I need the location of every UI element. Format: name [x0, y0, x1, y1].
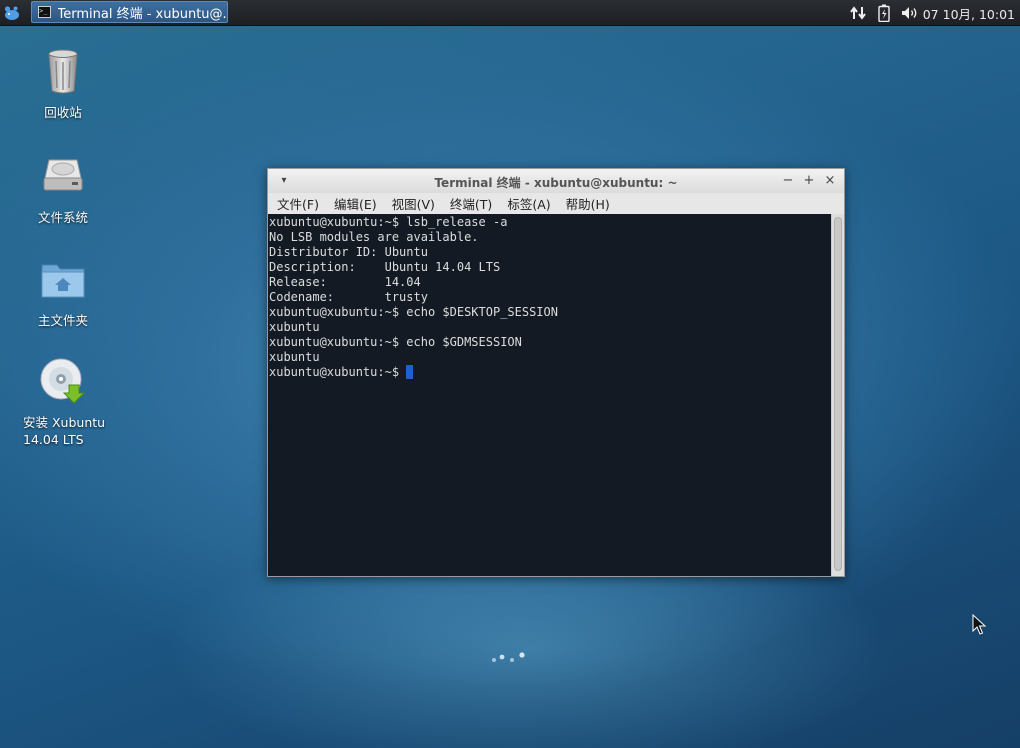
trash-icon	[48, 49, 78, 94]
menu-view[interactable]: 视图(V)	[386, 194, 441, 213]
window-titlebar[interactable]: ▾ Terminal 终端 - xubuntu@xubuntu: ~ − + ×	[268, 169, 844, 193]
desktop-icon-label: 主文件夹	[37, 313, 88, 328]
battery-icon	[878, 4, 890, 22]
installer-disc-icon	[40, 358, 86, 404]
menu-terminal[interactable]: 终端(T)	[444, 194, 498, 213]
desktop-icon-filesystem[interactable]: 文件系统	[18, 152, 108, 226]
desktop-icon-home[interactable]: 主文件夹	[18, 255, 108, 329]
maximize-button[interactable]: +	[800, 172, 818, 190]
volume-indicator[interactable]	[899, 0, 921, 25]
xfce-mouse-icon	[4, 5, 19, 20]
top-panel: >_ Terminal 终端 - xubuntu@... 07 10月, 10:…	[0, 0, 1020, 26]
network-arrows-icon	[850, 5, 866, 20]
terminal-line: xubuntu@xubuntu:~$ echo $DESKTOP_SESSION	[269, 305, 558, 319]
taskbar-terminal-label: Terminal 终端 - xubuntu@...	[57, 6, 228, 22]
menu-edit[interactable]: 编辑(E)	[328, 194, 383, 213]
desktop-icon-label: 回收站	[44, 105, 82, 120]
desktop-icon-installer[interactable]: 安装 Xubuntu 14.04 LTS	[18, 357, 108, 448]
desktop-icon-label: 安装 Xubuntu	[23, 415, 106, 430]
terminal-line: Distributor ID: Ubuntu	[269, 245, 428, 259]
home-folder-icon	[41, 264, 85, 298]
close-button[interactable]: ×	[821, 172, 839, 190]
clock[interactable]: 07 10月, 10:01	[923, 4, 1015, 23]
terminal-cursor	[406, 365, 414, 379]
minimize-icon: −	[782, 173, 794, 188]
terminal-line: No LSB modules are available.	[269, 230, 479, 244]
terminal-output[interactable]: xubuntu@xubuntu:~$ lsb_release -a No LSB…	[268, 214, 831, 576]
menu-bar: 文件(F) 编辑(E) 视图(V) 终端(T) 标签(A) 帮助(H)	[268, 193, 844, 214]
desktop-icon-label: 文件系统	[37, 210, 88, 225]
window-title: Terminal 终端 - xubuntu@xubuntu: ~	[434, 176, 678, 190]
hard-drive-icon	[43, 159, 83, 191]
terminal-line: Description: Ubuntu 14.04 LTS	[269, 260, 501, 274]
terminal-line: xubuntu	[269, 350, 320, 364]
terminal-window[interactable]: ▾ Terminal 终端 - xubuntu@xubuntu: ~ − + ×…	[267, 168, 845, 577]
menu-file[interactable]: 文件(F)	[271, 194, 325, 213]
speaker-volume-icon	[902, 6, 917, 19]
network-indicator[interactable]	[848, 0, 868, 25]
terminal-prompt: xubuntu@xubuntu:~$	[269, 365, 407, 379]
terminal-line: Codename: trusty	[269, 290, 428, 304]
desktop-icon-label-line2: 14.04 LTS	[23, 432, 84, 447]
close-icon: ×	[824, 173, 836, 188]
terminal-line: xubuntu@xubuntu:~$ lsb_release -a	[269, 215, 508, 229]
menu-tabs[interactable]: 标签(A)	[501, 194, 556, 213]
maximize-icon: +	[803, 173, 815, 188]
mouse-pointer-icon	[972, 614, 986, 635]
desktop-icon-trash[interactable]: 回收站	[18, 47, 108, 121]
minimize-button[interactable]: −	[779, 172, 797, 190]
loading-spinner-icon	[492, 652, 525, 662]
terminal-icon: >_	[38, 6, 51, 18]
taskbar-terminal-button[interactable]: >_ Terminal 终端 - xubuntu@...	[31, 1, 228, 23]
applications-menu-button[interactable]	[1, 2, 22, 23]
terminal-scrollbar[interactable]	[831, 214, 844, 576]
terminal-line: xubuntu	[269, 320, 320, 334]
scrollbar-thumb[interactable]	[834, 217, 842, 571]
battery-indicator[interactable]	[876, 0, 892, 25]
terminal-line: xubuntu@xubuntu:~$ echo $GDMSESSION	[269, 335, 522, 349]
menu-help[interactable]: 帮助(H)	[560, 194, 616, 213]
terminal-prompt-line: xubuntu@xubuntu:~$	[269, 365, 831, 380]
terminal-line: Release: 14.04	[269, 275, 421, 289]
